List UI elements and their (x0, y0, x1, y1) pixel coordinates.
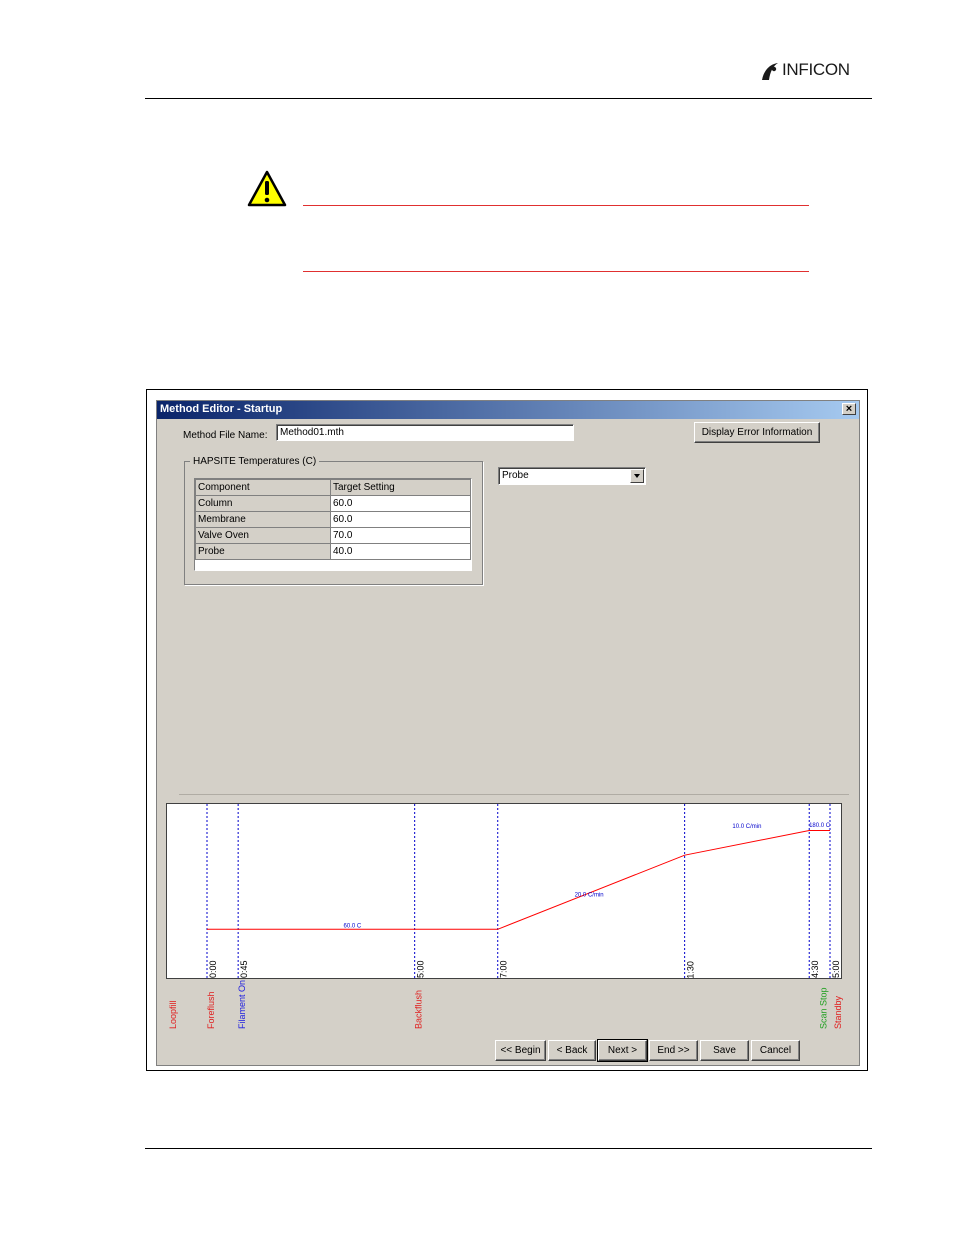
temperature-grid: Component Target Setting Column 60.0 Mem… (194, 478, 472, 571)
segment-label: 180.0 C (809, 823, 831, 829)
row-component: Membrane (195, 511, 331, 528)
close-icon: × (845, 403, 853, 415)
begin-button[interactable]: << Begin (495, 1040, 546, 1061)
close-button[interactable]: × (842, 403, 856, 415)
dropdown-arrow-button[interactable] (630, 469, 644, 483)
window-title: Method Editor - Startup (160, 403, 283, 415)
event-label: Standby (833, 995, 843, 1029)
footer-rule (145, 1148, 872, 1149)
logo-text: INFICON (782, 60, 850, 79)
time-label: 00:00 (208, 960, 218, 978)
display-error-button[interactable]: Display Error Information (694, 422, 820, 443)
group-title: HAPSITE Temperatures (C) (190, 456, 320, 467)
cancel-button[interactable]: Cancel (751, 1040, 800, 1061)
warning-icon (247, 170, 287, 207)
row-component: Valve Oven (195, 527, 331, 544)
time-label: 00:45 (239, 960, 249, 978)
header-rule (145, 98, 872, 99)
end-button[interactable]: End >> (649, 1040, 698, 1061)
temperature-profile-line (207, 829, 830, 930)
row-target-setting[interactable]: 70.0 (330, 527, 471, 544)
time-label: 05:00 (416, 960, 426, 978)
event-label: Filament On (237, 980, 247, 1029)
time-label: 15:00 (831, 960, 841, 978)
event-label: Foreflush (206, 991, 216, 1029)
row-component: Column (195, 495, 331, 512)
segment-label: 20.0 C/min (575, 892, 604, 898)
separator (179, 794, 849, 795)
table-header-row: Component Target Setting (195, 479, 471, 496)
temperature-timeline-chart: 00:00 00:45 05:00 07:00 11:30 14:30 15:00 60.0 … (166, 803, 842, 979)
title-bar[interactable]: Method Editor - Startup × (157, 401, 859, 419)
time-label: 07:00 (499, 960, 509, 978)
dropdown-value: Probe (502, 470, 529, 481)
component-dropdown[interactable]: Probe (498, 467, 646, 485)
time-label: 14:30 (810, 960, 820, 978)
event-label: Backflush (414, 990, 424, 1029)
time-label: 11:30 (686, 961, 696, 978)
method-editor-window: Method Editor - Startup × Method File Na… (156, 400, 860, 1066)
chevron-down-icon (634, 474, 640, 478)
segment-label: 60.0 C (344, 924, 362, 930)
next-button[interactable]: Next > (597, 1039, 648, 1062)
warning-rule-top (303, 205, 809, 206)
warning-rule-bottom (303, 271, 809, 272)
table-row[interactable]: Valve Oven 70.0 (195, 527, 471, 544)
timeline-plot: 00:00 00:45 05:00 07:00 11:30 14:30 15:00 60.0 … (206, 804, 841, 978)
row-target-setting[interactable]: 60.0 (330, 511, 471, 528)
event-labels: Loopfill Foreflush Filament On Backflush Sca… (157, 979, 859, 1039)
row-target-setting[interactable]: 60.0 (330, 495, 471, 512)
save-button[interactable]: Save (700, 1040, 749, 1061)
back-button[interactable]: < Back (548, 1040, 596, 1061)
event-label: Scan Stop (819, 987, 829, 1029)
file-name-label: Method File Name: (183, 430, 268, 441)
event-labels-plot: Loopfill Foreflush Filament On Backflush Sca… (168, 980, 843, 1029)
event-label: Loopfill (168, 1000, 178, 1029)
table-row[interactable]: Column 60.0 (195, 495, 471, 512)
temperature-table: Component Target Setting Column 60.0 Mem… (195, 479, 471, 560)
row-target-setting[interactable]: 40.0 (330, 543, 471, 560)
header-target-setting: Target Setting (330, 479, 471, 496)
table-row[interactable]: Probe 40.0 (195, 543, 471, 560)
table-row[interactable]: Membrane 60.0 (195, 511, 471, 528)
header-component: Component (195, 479, 331, 496)
row-component: Probe (195, 543, 331, 560)
file-name-input[interactable]: Method01.mth (276, 424, 574, 441)
segment-label: 10.0 C/min (732, 824, 761, 830)
